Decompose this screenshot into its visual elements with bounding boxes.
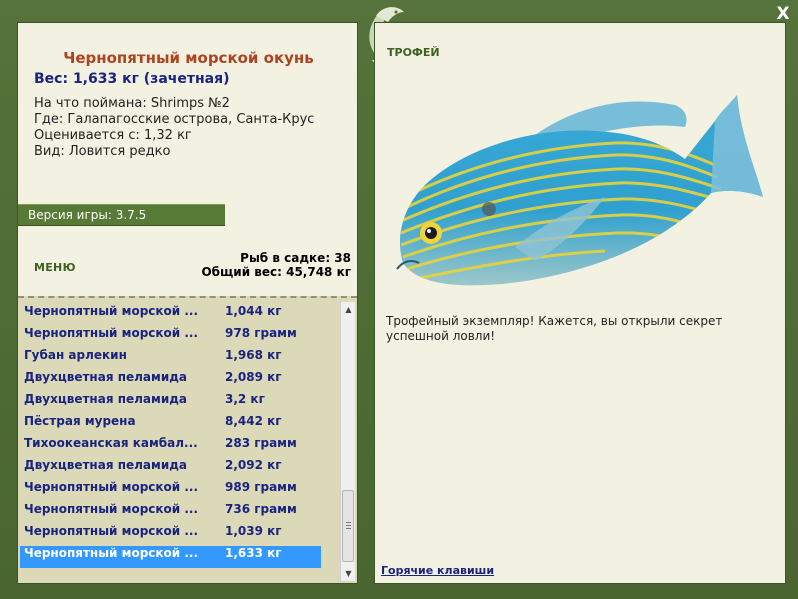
bait-line: На что поймана: Shrimps №2 xyxy=(34,96,230,111)
version-bar: Версия игры: 3.7.5 xyxy=(18,204,225,226)
scroll-up-button[interactable]: ▲ xyxy=(341,302,356,317)
rarity-line: Вид: Ловится редко xyxy=(34,144,171,159)
list-item-name: Чернопятный морской ... xyxy=(24,502,199,516)
list-item-name: Чернопятный морской ... xyxy=(24,326,199,340)
close-icon: X xyxy=(776,4,790,24)
list-item-weight: 978 грамм xyxy=(225,326,297,340)
list-item-weight: 1,044 кг xyxy=(225,304,282,318)
game-window: X Чернопятный морской окунь Вес: 1,633 к… xyxy=(0,0,798,599)
list-item-weight: 2,092 кг xyxy=(225,458,282,472)
trophy-message: Трофейный экземпляр! Кажется, вы открыли… xyxy=(386,314,723,343)
grip-icon xyxy=(346,522,351,529)
list-item[interactable]: Тихоокеанская камбал... 283 грамм xyxy=(20,436,321,458)
list-item[interactable]: Чернопятный морской ... 1,044 кг xyxy=(20,304,321,326)
scroll-thumb[interactable] xyxy=(342,490,354,562)
list-item-weight: 3,2 кг xyxy=(225,392,265,406)
keepnet-total-weight: Общий вес: 45,748 кг xyxy=(201,265,351,279)
menu-button[interactable]: МЕНЮ xyxy=(34,261,76,274)
chevron-down-icon: ▼ xyxy=(345,569,352,578)
hotkeys-link[interactable]: Горячие клавиши xyxy=(381,564,494,577)
list-item[interactable]: Пёстрая мурена 8,442 кг xyxy=(20,414,321,436)
list-item[interactable]: Чернопятный морской ... 989 грамм xyxy=(20,480,321,502)
list-item-name: Чернопятный морской ... xyxy=(24,304,199,318)
list-item-name: Чернопятный морской ... xyxy=(24,546,199,560)
list-item-name: Двухцветная пеламида xyxy=(24,458,188,472)
list-item-name: Пёстрая мурена xyxy=(24,414,136,428)
list-item-weight: 2,089 кг xyxy=(225,370,282,384)
fish-title: Чернопятный морской окунь xyxy=(63,49,314,67)
list-item-weight: 1,968 кг xyxy=(225,348,282,362)
list-item-name: Двухцветная пеламида xyxy=(24,370,188,384)
fish-illustration xyxy=(396,95,763,286)
chevron-up-icon: ▲ xyxy=(345,305,352,314)
list-item-name: Чернопятный морской ... xyxy=(24,480,199,494)
fish-info-panel: Чернопятный морской окунь Вес: 1,633 кг … xyxy=(17,22,358,584)
list-item-weight: 1,633 кг xyxy=(225,546,282,560)
list-item[interactable]: Двухцветная пеламида 2,092 кг xyxy=(20,458,321,480)
list-item-weight: 736 грамм xyxy=(225,502,297,516)
trophy-panel: ТРОФЕЙ Трофейный экземпляр! Кажется, вы … xyxy=(374,22,786,584)
list-item[interactable]: Двухцветная пеламида 3,2 кг xyxy=(20,392,321,414)
list-item-weight: 989 грамм xyxy=(225,480,297,494)
list-item[interactable]: Чернопятный морской ... 736 грамм xyxy=(20,502,321,524)
list-item-weight: 1,039 кг xyxy=(225,524,282,538)
list-item-name: Двухцветная пеламида xyxy=(24,392,188,406)
list-item-name: Чернопятный морской ... xyxy=(24,524,199,538)
keepnet-count: Рыб в садке: 38 xyxy=(240,251,351,265)
list-item-weight: 283 грамм xyxy=(225,436,297,450)
scroll-down-button[interactable]: ▼ xyxy=(341,566,356,581)
list-scrollbar[interactable]: ▲ ▼ xyxy=(340,302,355,581)
value-line: Оценивается с: 1,32 кг xyxy=(34,128,192,143)
list-item-name: Тихоокеанская камбал... xyxy=(24,436,198,450)
list-item[interactable]: Чернопятный морской ... 1,633 кг xyxy=(20,546,321,568)
list-item[interactable]: Двухцветная пеламида 2,089 кг xyxy=(20,370,321,392)
fish-weight: Вес: 1,633 кг (зачетная) xyxy=(34,71,230,87)
list-item[interactable]: Губан арлекин 1,968 кг xyxy=(20,348,321,370)
location-line: Где: Галапагосские острова, Санта-Крус xyxy=(34,112,315,127)
catch-list: Чернопятный морской ... 1,044 кг Чернопятн… xyxy=(18,296,357,583)
list-item[interactable]: Чернопятный морской ... 978 грамм xyxy=(20,326,321,348)
list-item[interactable]: Чернопятный морской ... 1,039 кг xyxy=(20,524,321,546)
list-item-weight: 8,442 кг xyxy=(225,414,282,428)
list-item-name: Губан арлекин xyxy=(24,348,127,362)
